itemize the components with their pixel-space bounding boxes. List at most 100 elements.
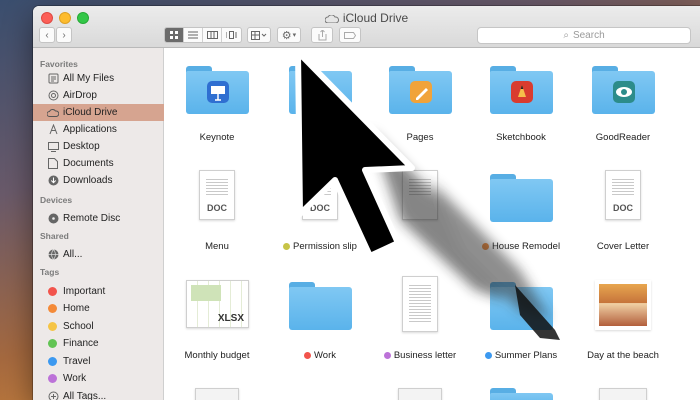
tag-color-icon (48, 374, 57, 383)
doc-icon: DOC (199, 170, 235, 220)
sidebar-item-remote-disc[interactable]: Remote Disc (33, 210, 164, 227)
doc-icon (402, 170, 438, 220)
sidebar-item-tag-travel[interactable]: Travel (33, 353, 164, 370)
file-item-house-remodel[interactable]: House Remodel (469, 166, 573, 256)
file-item-partial[interactable] (469, 388, 573, 400)
share-button[interactable] (311, 27, 333, 43)
file-item-pages[interactable]: Pages (368, 62, 472, 152)
arrange-button[interactable] (247, 27, 271, 43)
sidebar-item-all-tags[interactable]: All Tags... (33, 388, 164, 400)
file-label: Work (314, 350, 336, 361)
keynote-app-icon (207, 81, 229, 103)
view-switcher[interactable] (164, 27, 242, 43)
file-item-permission-slip[interactable]: DOC Permission slip (268, 166, 372, 256)
sidebar-item-documents[interactable]: Documents (33, 155, 164, 172)
sidebar-item-label: Documents (63, 158, 114, 169)
section-tags: Tags (40, 267, 60, 277)
back-button[interactable]: ‹ (39, 27, 55, 43)
file-item-business-letter[interactable]: Business letter (368, 276, 472, 366)
photo-thumbnail (195, 388, 239, 400)
file-item-goodreader[interactable]: GoodReader (571, 62, 675, 152)
sidebar-item-label: Travel (63, 356, 91, 367)
file-item-monthly-budget[interactable]: XLSX Monthly budget (165, 276, 269, 366)
file-item-summer-plans[interactable]: Summer Plans (469, 276, 573, 366)
sidebar-item-label: Downloads (63, 175, 113, 186)
file-item-partial[interactable] (368, 388, 472, 400)
file-item-partial[interactable] (165, 388, 269, 400)
section-devices: Devices (40, 195, 73, 205)
file-item-cover-letter[interactable]: DOC Cover Letter (571, 166, 675, 256)
list-view-icon[interactable] (184, 28, 203, 42)
folder-icon (186, 66, 249, 114)
sidebar-item-label: Remote Disc (63, 213, 121, 224)
sidebar-item-all-shared[interactable]: All... (33, 246, 164, 263)
tag-dot (383, 352, 391, 359)
cloud-icon (324, 14, 339, 23)
file-item-keynote[interactable]: Keynote (165, 62, 269, 152)
column-view-icon[interactable] (203, 28, 222, 42)
sidebar-item-label: Work (63, 373, 87, 384)
sidebar-item-downloads[interactable]: Downloads (33, 172, 164, 189)
sidebar-item-label: Important (63, 286, 106, 297)
sidebar-item-label: Desktop (63, 141, 100, 152)
forward-button[interactable]: › (56, 27, 72, 43)
sidebar-item-applications[interactable]: Applications (33, 121, 164, 138)
sidebar-item-tag-school[interactable]: School (33, 318, 164, 335)
tag-dot (283, 243, 291, 250)
file-ext: DOC (310, 203, 330, 213)
arrange-icon (251, 30, 267, 40)
desktop-icon (47, 141, 59, 153)
globe-icon (47, 249, 59, 261)
sidebar-item-label: Finance (63, 338, 99, 349)
sidebar-item-tag-work[interactable]: Work (33, 370, 164, 387)
file-browser: Keynote Pages Sketchbook GoodReader DOC (165, 48, 700, 400)
file-item-day-at-the-beach[interactable]: Day at the beach (571, 276, 675, 366)
finder-window: iCloud Drive ‹ › ⚙▾ ⌕Search Favorites (33, 6, 700, 400)
spreadsheet-icon: XLSX (186, 280, 249, 328)
tag-dot (484, 352, 492, 359)
folder-icon (289, 66, 352, 114)
file-item-document[interactable] (368, 166, 472, 256)
file-item-menu[interactable]: DOC Menu (165, 166, 269, 256)
search-placeholder: Search (572, 30, 605, 41)
file-item-folder[interactable] (268, 62, 372, 152)
doc-icon: DOC (605, 170, 641, 220)
sidebar: Favorites All My Files AirDrop iCloud Dr… (33, 48, 164, 400)
file-ext: XLSX (217, 313, 244, 324)
folder-icon (389, 66, 452, 114)
doc-icon (398, 388, 442, 400)
title-bar: iCloud Drive ‹ › ⚙ ▾ ⌕ Search (33, 6, 700, 48)
edit-tags-button[interactable] (339, 27, 361, 43)
downloads-icon (47, 175, 59, 187)
sidebar-item-tag-home[interactable]: Home (33, 300, 164, 317)
file-item-sketchbook[interactable]: Sketchbook (469, 62, 573, 152)
tag-dot (481, 243, 489, 250)
section-shared: Shared (40, 231, 69, 241)
action-button[interactable]: ⚙ ▾ (277, 27, 301, 43)
file-item-work[interactable]: Work (268, 276, 372, 366)
sidebar-item-label: iCloud Drive (63, 107, 118, 118)
sidebar-item-airdrop[interactable]: AirDrop (33, 87, 164, 104)
sidebar-item-label: All Tags... (63, 391, 107, 400)
file-item-partial[interactable] (571, 388, 675, 400)
sidebar-item-tag-finance[interactable]: Finance (33, 335, 164, 352)
file-label: Day at the beach (587, 350, 659, 361)
file-label: Business letter (393, 350, 457, 361)
sidebar-item-tag-important[interactable]: Important (33, 283, 164, 300)
folder-icon (592, 66, 655, 114)
file-ext: DOC (613, 203, 633, 213)
file-label-row: Permission slip (258, 241, 382, 252)
tag-color-icon (48, 339, 57, 348)
sidebar-item-all-my-files[interactable]: All My Files (33, 70, 164, 87)
search-icon: ⌕ (563, 30, 569, 41)
sidebar-item-icloud-drive[interactable]: iCloud Drive (33, 104, 164, 121)
file-label: Permission slip (293, 241, 357, 252)
folder-icon (490, 66, 553, 114)
search-field[interactable]: ⌕ Search (477, 27, 691, 44)
section-favorites: Favorites (40, 59, 78, 69)
icon-view-icon[interactable] (165, 28, 184, 42)
goodreader-app-icon (613, 81, 635, 103)
file-label: GoodReader (595, 132, 651, 143)
sidebar-item-desktop[interactable]: Desktop (33, 138, 164, 155)
coverflow-view-icon[interactable] (222, 28, 241, 42)
